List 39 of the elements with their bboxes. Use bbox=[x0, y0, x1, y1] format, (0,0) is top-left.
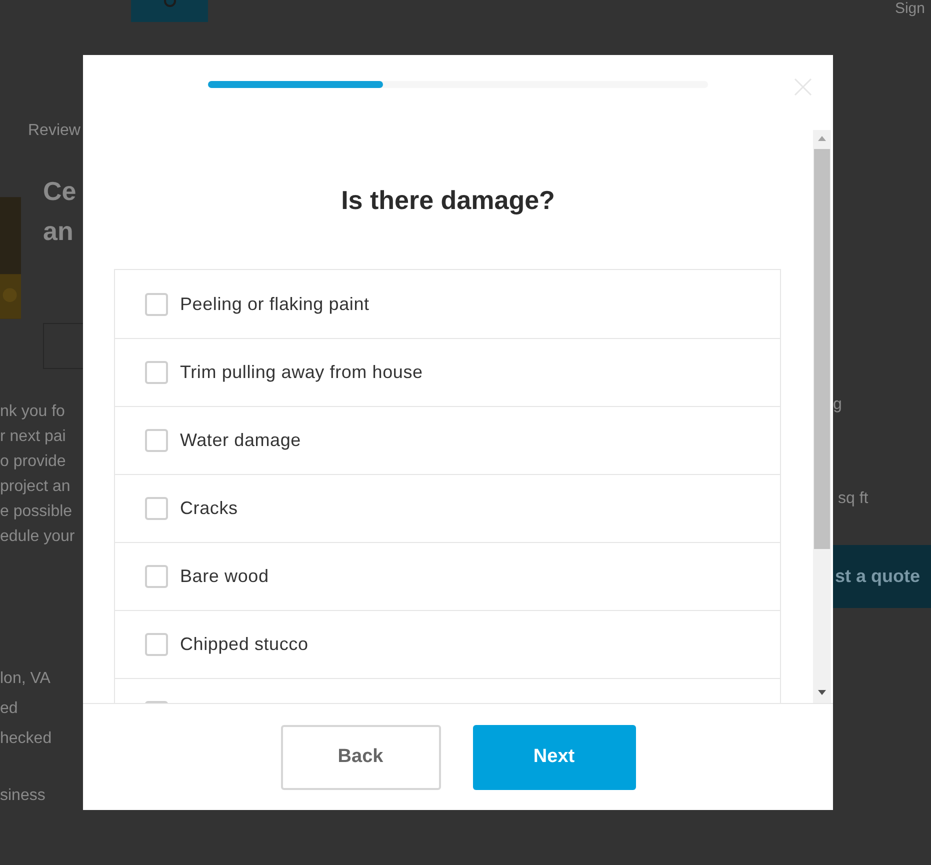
option-row[interactable]: Cracks bbox=[115, 474, 780, 542]
project-detail: g bbox=[833, 395, 843, 415]
search-icon bbox=[162, 0, 176, 10]
scrollbar-thumb[interactable] bbox=[814, 149, 830, 549]
checkbox[interactable] bbox=[145, 429, 168, 452]
intro-text-line: o provide bbox=[0, 452, 67, 472]
intro-text-line: edule your bbox=[0, 527, 76, 547]
intro-text-line: project an bbox=[0, 477, 72, 497]
business-detail: hecked bbox=[0, 729, 53, 749]
scrollbar[interactable] bbox=[813, 130, 831, 703]
back-button[interactable]: Back bbox=[280, 725, 440, 790]
intro-text-line: e possible bbox=[0, 502, 74, 522]
business-detail: siness bbox=[0, 786, 46, 806]
close-button[interactable] bbox=[793, 77, 813, 97]
checkbox[interactable] bbox=[145, 633, 168, 656]
option-row[interactable]: Bare wood bbox=[115, 542, 780, 610]
checkbox[interactable] bbox=[145, 565, 168, 588]
project-detail: sq ft bbox=[838, 489, 870, 509]
sign-in-link[interactable]: Sign bbox=[894, 0, 925, 18]
business-title: an bbox=[43, 215, 74, 248]
close-icon bbox=[794, 78, 812, 96]
request-quote-button[interactable]: st a quote bbox=[833, 545, 931, 608]
checkbox[interactable] bbox=[145, 292, 168, 316]
option-row[interactable]: Peeling or flaking paint bbox=[115, 270, 780, 338]
checkbox[interactable] bbox=[145, 361, 168, 384]
intro-text-line: r next pai bbox=[0, 427, 67, 447]
scroll-up-icon[interactable] bbox=[818, 136, 826, 141]
business-detail: ed bbox=[0, 699, 19, 719]
option-row[interactable]: Chipped stucco bbox=[115, 610, 780, 678]
option-row[interactable]: Water damage bbox=[115, 406, 780, 474]
business-detail: lon, VA bbox=[0, 669, 52, 689]
reviews-tab[interactable]: Review bbox=[28, 119, 83, 143]
intro-text-line: nk you fo bbox=[0, 402, 66, 422]
business-title: Ce bbox=[43, 175, 78, 208]
checkbox[interactable] bbox=[145, 497, 168, 520]
option-row[interactable]: Trim pulling away from house bbox=[115, 338, 780, 406]
scroll-down-icon[interactable] bbox=[818, 690, 826, 695]
question-heading: Is there damage? bbox=[341, 184, 555, 217]
search-button[interactable] bbox=[131, 0, 208, 22]
